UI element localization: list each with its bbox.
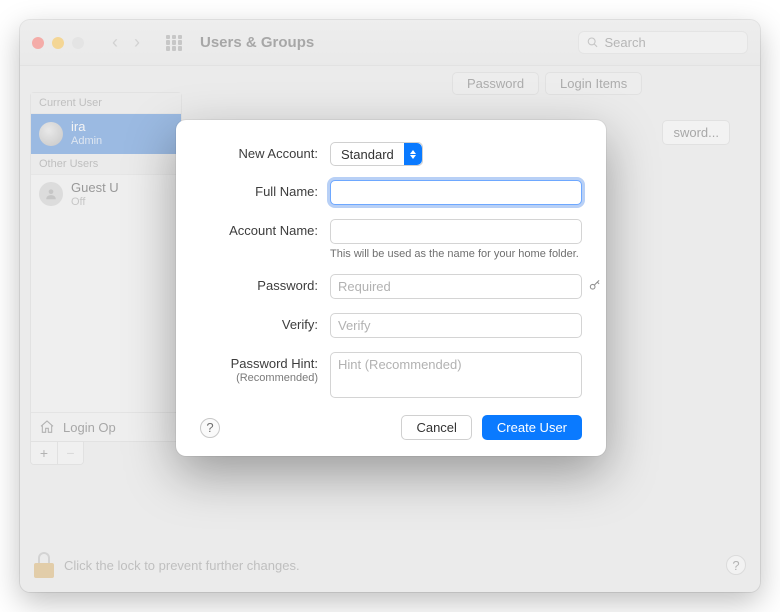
lock-bar: Click the lock to prevent further change… bbox=[34, 552, 746, 578]
current-user-header: Current User bbox=[31, 93, 181, 114]
password-hint-sublabel: (Recommended) bbox=[200, 372, 318, 384]
avatar bbox=[39, 182, 63, 206]
login-options-row[interactable]: Login Op bbox=[31, 412, 181, 441]
verify-label: Verify: bbox=[200, 313, 318, 332]
select-arrows-icon bbox=[404, 143, 422, 165]
new-account-label: New Account: bbox=[200, 142, 318, 161]
password-label: Password: bbox=[200, 274, 318, 293]
zoom-icon[interactable] bbox=[72, 37, 84, 49]
other-users-header: Other Users bbox=[31, 154, 181, 175]
account-name-input[interactable] bbox=[330, 219, 582, 244]
login-options-label: Login Op bbox=[63, 420, 116, 435]
users-sidebar: Current User ira Admin Other Users bbox=[30, 92, 182, 442]
home-icon bbox=[39, 419, 55, 435]
back-icon[interactable]: ‹ bbox=[112, 32, 118, 53]
cancel-button[interactable]: Cancel bbox=[401, 415, 471, 440]
password-input[interactable] bbox=[330, 274, 582, 299]
help-icon[interactable]: ? bbox=[726, 555, 746, 575]
titlebar: ‹ › Users & Groups bbox=[20, 20, 760, 66]
user-name: ira bbox=[71, 120, 102, 135]
search-icon bbox=[587, 36, 599, 49]
new-account-select[interactable]: Standard bbox=[330, 142, 423, 166]
tab-password[interactable]: Password bbox=[452, 72, 539, 95]
verify-input[interactable] bbox=[330, 313, 582, 338]
account-name-label: Account Name: bbox=[200, 219, 318, 238]
new-account-value: Standard bbox=[331, 147, 404, 162]
user-role: Off bbox=[71, 196, 119, 209]
nav-arrows: ‹ › bbox=[112, 32, 140, 53]
tabbar: Password Login Items bbox=[452, 72, 642, 95]
show-all-icon[interactable] bbox=[166, 35, 182, 51]
account-name-hint: This will be used as the name for your h… bbox=[330, 248, 582, 260]
minimize-icon[interactable] bbox=[52, 37, 64, 49]
create-user-button[interactable]: Create User bbox=[482, 415, 582, 440]
add-remove-controls: + − bbox=[30, 441, 84, 465]
remove-user-button[interactable]: − bbox=[57, 442, 83, 464]
add-user-button[interactable]: + bbox=[31, 442, 57, 464]
lock-icon[interactable] bbox=[34, 552, 54, 578]
password-hint-input[interactable] bbox=[330, 352, 582, 398]
dialog-help-icon[interactable]: ? bbox=[200, 418, 220, 438]
change-password-button[interactable]: sword... bbox=[662, 120, 730, 145]
full-name-label: Full Name: bbox=[200, 180, 318, 199]
close-icon[interactable] bbox=[32, 37, 44, 49]
new-user-dialog: New Account: Standard Full Name: Account… bbox=[176, 120, 606, 456]
window-controls bbox=[32, 37, 84, 49]
tab-login-items[interactable]: Login Items bbox=[545, 72, 642, 95]
lock-text: Click the lock to prevent further change… bbox=[64, 558, 300, 573]
full-name-input[interactable] bbox=[330, 180, 582, 205]
user-row-guest[interactable]: Guest U Off bbox=[31, 175, 181, 215]
search-input[interactable] bbox=[605, 35, 740, 50]
window-title: Users & Groups bbox=[200, 34, 314, 51]
user-role: Admin bbox=[71, 135, 102, 148]
password-hint-label: Password Hint: (Recommended) bbox=[200, 352, 318, 384]
forward-icon[interactable]: › bbox=[134, 32, 140, 53]
avatar bbox=[39, 122, 63, 146]
search-field-wrap[interactable] bbox=[578, 31, 748, 54]
user-name: Guest U bbox=[71, 181, 119, 196]
password-assistant-icon[interactable] bbox=[588, 278, 602, 295]
user-row-current[interactable]: ira Admin bbox=[31, 114, 181, 154]
